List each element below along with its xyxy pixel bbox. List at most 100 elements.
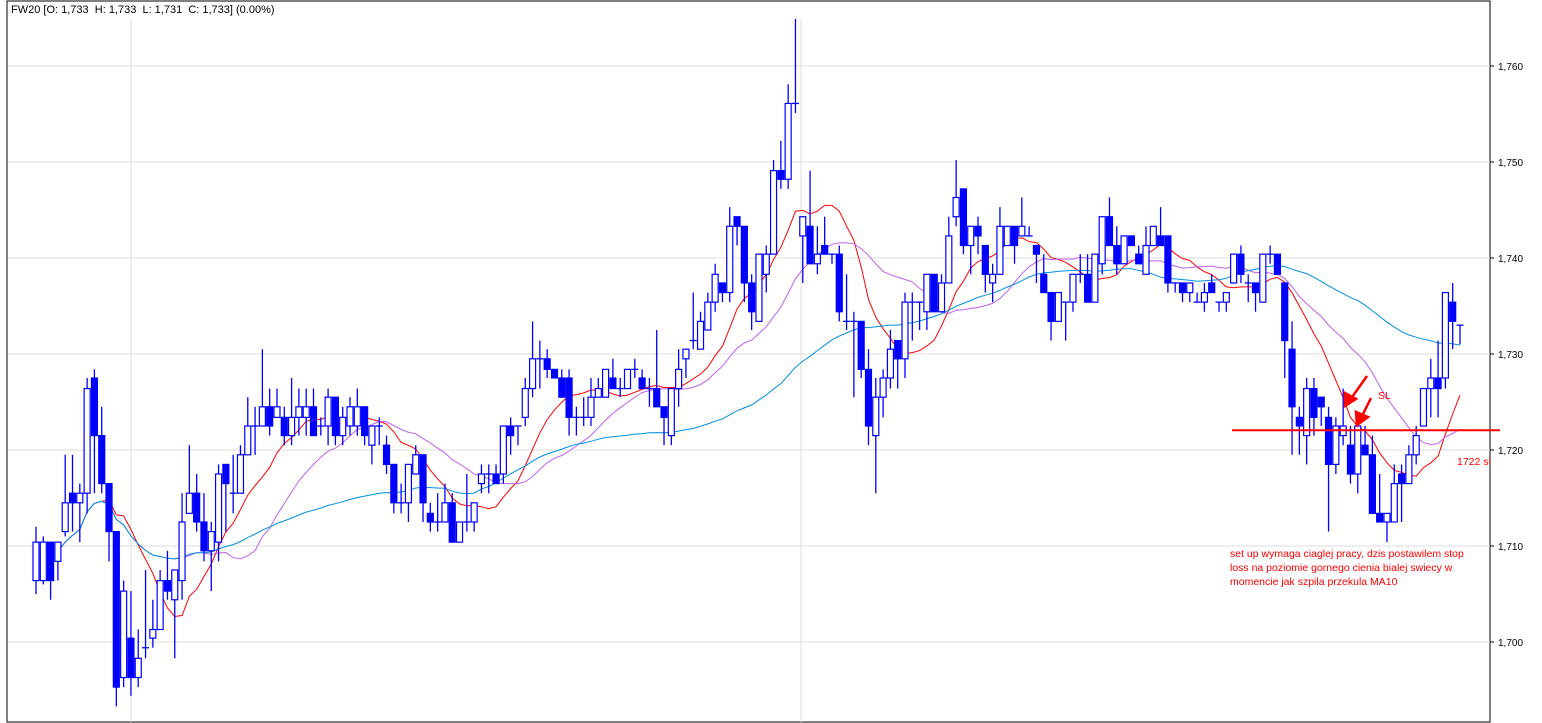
candle bbox=[1259, 253, 1267, 303]
candle-body-down bbox=[1281, 282, 1289, 342]
candle bbox=[434, 493, 442, 532]
candle bbox=[266, 388, 274, 436]
candle-body-down bbox=[1346, 444, 1355, 475]
candle-body-up bbox=[1142, 244, 1150, 275]
candle bbox=[134, 629, 142, 688]
candle bbox=[54, 541, 62, 581]
candle-body-up bbox=[696, 320, 705, 350]
candle bbox=[477, 464, 486, 494]
candle bbox=[1215, 301, 1223, 312]
candle bbox=[748, 274, 756, 330]
candle bbox=[419, 454, 427, 522]
candle bbox=[675, 349, 683, 407]
candle-body-down bbox=[105, 483, 113, 533]
candle-body-up bbox=[76, 492, 84, 504]
candle-body-up bbox=[339, 416, 347, 437]
candle bbox=[1441, 291, 1449, 389]
candle bbox=[514, 425, 522, 446]
candle bbox=[200, 493, 208, 562]
candle bbox=[996, 207, 1004, 275]
candle-body-down bbox=[857, 320, 865, 370]
candle-body-up bbox=[1427, 377, 1435, 390]
candle bbox=[587, 378, 595, 426]
candle-body-up bbox=[682, 348, 690, 360]
price-axis: 1,700 1,710 1,720 1,730 1,740 1,750 1,760 bbox=[1490, 62, 1523, 649]
candle bbox=[273, 388, 281, 418]
candle-body-down bbox=[1083, 273, 1092, 303]
candle-body-down bbox=[974, 225, 982, 237]
candle-body-down bbox=[733, 216, 741, 227]
candle bbox=[1222, 291, 1230, 312]
candle-body-up bbox=[967, 225, 975, 247]
candle-body-down bbox=[565, 377, 573, 418]
candle bbox=[1149, 225, 1157, 247]
candle bbox=[550, 368, 559, 379]
candle bbox=[361, 406, 369, 446]
candle-body-up bbox=[134, 657, 142, 679]
candle-body-up bbox=[273, 406, 281, 418]
candle bbox=[142, 570, 150, 659]
candle bbox=[1113, 226, 1121, 275]
candle-body-up bbox=[236, 454, 245, 494]
candle-body-up bbox=[477, 473, 486, 485]
candle-body-down bbox=[1449, 301, 1457, 322]
candle-body-down bbox=[543, 358, 551, 370]
candle bbox=[1317, 396, 1325, 426]
candle bbox=[528, 321, 537, 398]
candle-body-down bbox=[280, 416, 288, 437]
candle-body-down bbox=[1288, 348, 1296, 408]
candle bbox=[236, 445, 245, 494]
candle-body-down bbox=[1361, 444, 1369, 456]
candle bbox=[653, 330, 661, 408]
candle-body-down bbox=[1127, 235, 1135, 247]
candle-body-down bbox=[864, 368, 873, 427]
candle bbox=[61, 454, 69, 537]
candle-body-up bbox=[799, 216, 807, 237]
y-tick-label: 1,740 bbox=[1498, 254, 1523, 265]
candle-body-up bbox=[207, 530, 215, 552]
candle-body-down bbox=[222, 463, 230, 485]
candle-body-up bbox=[704, 301, 712, 331]
candle bbox=[1156, 207, 1165, 247]
candle bbox=[339, 406, 347, 446]
candle bbox=[1288, 321, 1296, 455]
candle-body-down bbox=[419, 454, 427, 504]
candle-body-down bbox=[1273, 253, 1282, 275]
candle-body-up bbox=[156, 579, 164, 631]
candlestick-chart: SL 1722 sl set up wymaga ciaglej pracy, … bbox=[6, 0, 1523, 723]
candle bbox=[740, 225, 748, 303]
candle-body-up bbox=[1200, 291, 1209, 303]
annotations: SL 1722 sl set up wymaga ciaglej pracy, … bbox=[1230, 375, 1500, 588]
candle-body-up bbox=[813, 253, 821, 265]
arrow-2 bbox=[1354, 397, 1373, 428]
candle bbox=[1032, 244, 1041, 283]
candle-body-up bbox=[61, 502, 69, 533]
candle-body-down bbox=[835, 253, 843, 313]
candle bbox=[784, 84, 792, 189]
candle-body-up bbox=[1091, 253, 1099, 303]
candle bbox=[149, 599, 157, 648]
candle bbox=[485, 464, 493, 494]
candle bbox=[1171, 282, 1179, 293]
candle-body-down bbox=[1208, 282, 1216, 294]
candle-body-up bbox=[1003, 225, 1011, 247]
candle-body-down bbox=[1032, 244, 1041, 255]
candle-body-down bbox=[638, 377, 646, 390]
candle bbox=[1376, 474, 1384, 523]
candle bbox=[1208, 274, 1216, 294]
candle-body-down bbox=[1310, 387, 1318, 418]
candle bbox=[1354, 417, 1362, 494]
candle bbox=[1003, 225, 1011, 247]
candle bbox=[660, 406, 668, 446]
candle-body-up bbox=[324, 396, 332, 427]
candle-body-up bbox=[302, 406, 310, 418]
candle-body-down bbox=[112, 530, 120, 688]
candle bbox=[214, 464, 223, 562]
candle bbox=[1390, 464, 1398, 523]
candle bbox=[244, 397, 252, 456]
candle bbox=[331, 396, 340, 446]
candle-body-up bbox=[1383, 512, 1391, 523]
candle-body-up bbox=[901, 301, 909, 360]
candle-body-down bbox=[390, 463, 398, 504]
candle-body-up bbox=[886, 348, 895, 379]
